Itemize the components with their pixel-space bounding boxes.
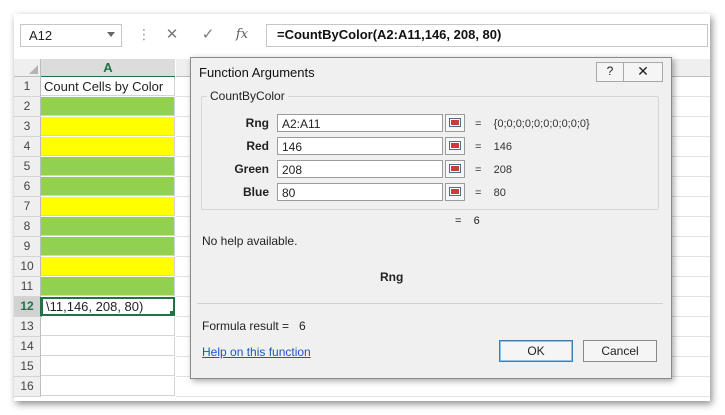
close-button[interactable]: ✕ [623, 62, 663, 82]
select-all-triangle-icon [29, 65, 38, 74]
row-header[interactable]: 6 [14, 177, 41, 197]
help-button[interactable]: ? [596, 62, 624, 82]
arg-input-red[interactable]: 146 [277, 137, 443, 155]
row-header[interactable]: 16 [14, 377, 41, 397]
cancel-icon[interactable]: ✕ [162, 25, 182, 43]
current-argument-name: Rng [380, 270, 404, 284]
arg-label-rng: Rng [245, 116, 269, 130]
row-header[interactable]: 2 [14, 97, 41, 117]
cell-a[interactable] [41, 377, 175, 396]
arg-result-red: = 146 [475, 141, 513, 153]
row-header[interactable]: 10 [14, 257, 41, 277]
row-header[interactable]: 3 [14, 117, 41, 137]
formula-bar-grip-icon: ⋮ [137, 26, 151, 42]
cell-a[interactable] [41, 177, 175, 196]
excel-window: A12 ⋮ ✕ ✓ fx =CountByColor(A2:A11,146, 2… [14, 14, 710, 401]
arg-result-blue: = 80 [475, 187, 506, 199]
formula-bar: A12 ⋮ ✕ ✓ fx =CountByColor(A2:A11,146, 2… [14, 14, 710, 58]
row-header[interactable]: 4 [14, 137, 41, 157]
row-header[interactable]: 1 [14, 77, 41, 97]
cell-a[interactable] [41, 97, 175, 116]
arg-input-rng[interactable]: A2:A11 [277, 114, 443, 132]
arg-input-blue[interactable]: 80 [277, 183, 443, 201]
range-collapse-icon[interactable] [445, 160, 465, 178]
cell-a[interactable] [41, 337, 175, 356]
cell-a[interactable] [41, 277, 175, 296]
cell-a[interactable] [41, 257, 175, 276]
cell-a[interactable] [41, 157, 175, 176]
arg-result-green: = 208 [475, 164, 513, 176]
empty-row-cells[interactable] [176, 377, 710, 397]
arg-label-blue: Blue [242, 185, 269, 199]
row-header[interactable]: 14 [14, 337, 41, 357]
cell-a[interactable] [41, 317, 175, 336]
cell-a[interactable] [41, 137, 175, 156]
select-all-button[interactable] [14, 59, 41, 77]
help-on-function-link[interactable]: Help on this function [202, 345, 311, 359]
arg-input-green[interactable]: 208 [277, 160, 443, 178]
row-header[interactable]: 13 [14, 317, 41, 337]
arg-result-rng: = {0;0;0;0;0;0;0;0;0;0} [475, 118, 590, 130]
row-header[interactable]: 5 [14, 157, 41, 177]
cell-a[interactable] [41, 117, 175, 136]
cell-a[interactable] [41, 357, 175, 376]
range-collapse-icon[interactable] [445, 183, 465, 201]
formula-input[interactable]: =CountByColor(A2:A11,146, 208, 80) [266, 24, 708, 47]
column-header-a[interactable]: A [41, 59, 175, 78]
name-box[interactable]: A12 [20, 24, 122, 47]
overall-result: = 6 [455, 215, 480, 227]
active-cell[interactable]: \11,146, 208, 80) [41, 297, 175, 316]
row-header[interactable]: 8 [14, 217, 41, 237]
cell-a[interactable] [41, 197, 175, 216]
row-header[interactable]: 9 [14, 237, 41, 257]
formula-result: Formula result = 6 [202, 319, 306, 333]
ok-button[interactable]: OK [499, 340, 573, 362]
range-collapse-icon[interactable] [445, 114, 465, 132]
row-header[interactable]: 12 [14, 297, 42, 317]
formula-text: =CountByColor(A2:A11,146, 208, 80) [277, 27, 502, 42]
row-header[interactable]: 7 [14, 197, 41, 217]
row-header[interactable]: 15 [14, 357, 41, 377]
chevron-down-icon[interactable] [107, 32, 115, 37]
cell-a[interactable]: Count Cells by Color [41, 77, 175, 96]
cell-a[interactable] [41, 237, 175, 256]
dialog-title: Function Arguments [199, 65, 315, 80]
enter-icon[interactable]: ✓ [198, 25, 218, 43]
help-text: No help available. [202, 234, 298, 248]
arg-label-red: Red [246, 139, 269, 153]
divider [197, 303, 663, 304]
insert-function-icon[interactable]: fx [232, 27, 252, 42]
function-name-label: CountByColor [207, 89, 288, 103]
row-header[interactable]: 11 [14, 277, 41, 297]
range-collapse-icon[interactable] [445, 137, 465, 155]
name-box-value: A12 [29, 28, 53, 43]
arg-label-green: Green [234, 162, 269, 176]
function-arguments-dialog: Function Arguments ? ✕ CountByColor Rng … [190, 57, 672, 379]
cell-a[interactable] [41, 217, 175, 236]
cancel-button[interactable]: Cancel [583, 340, 657, 362]
